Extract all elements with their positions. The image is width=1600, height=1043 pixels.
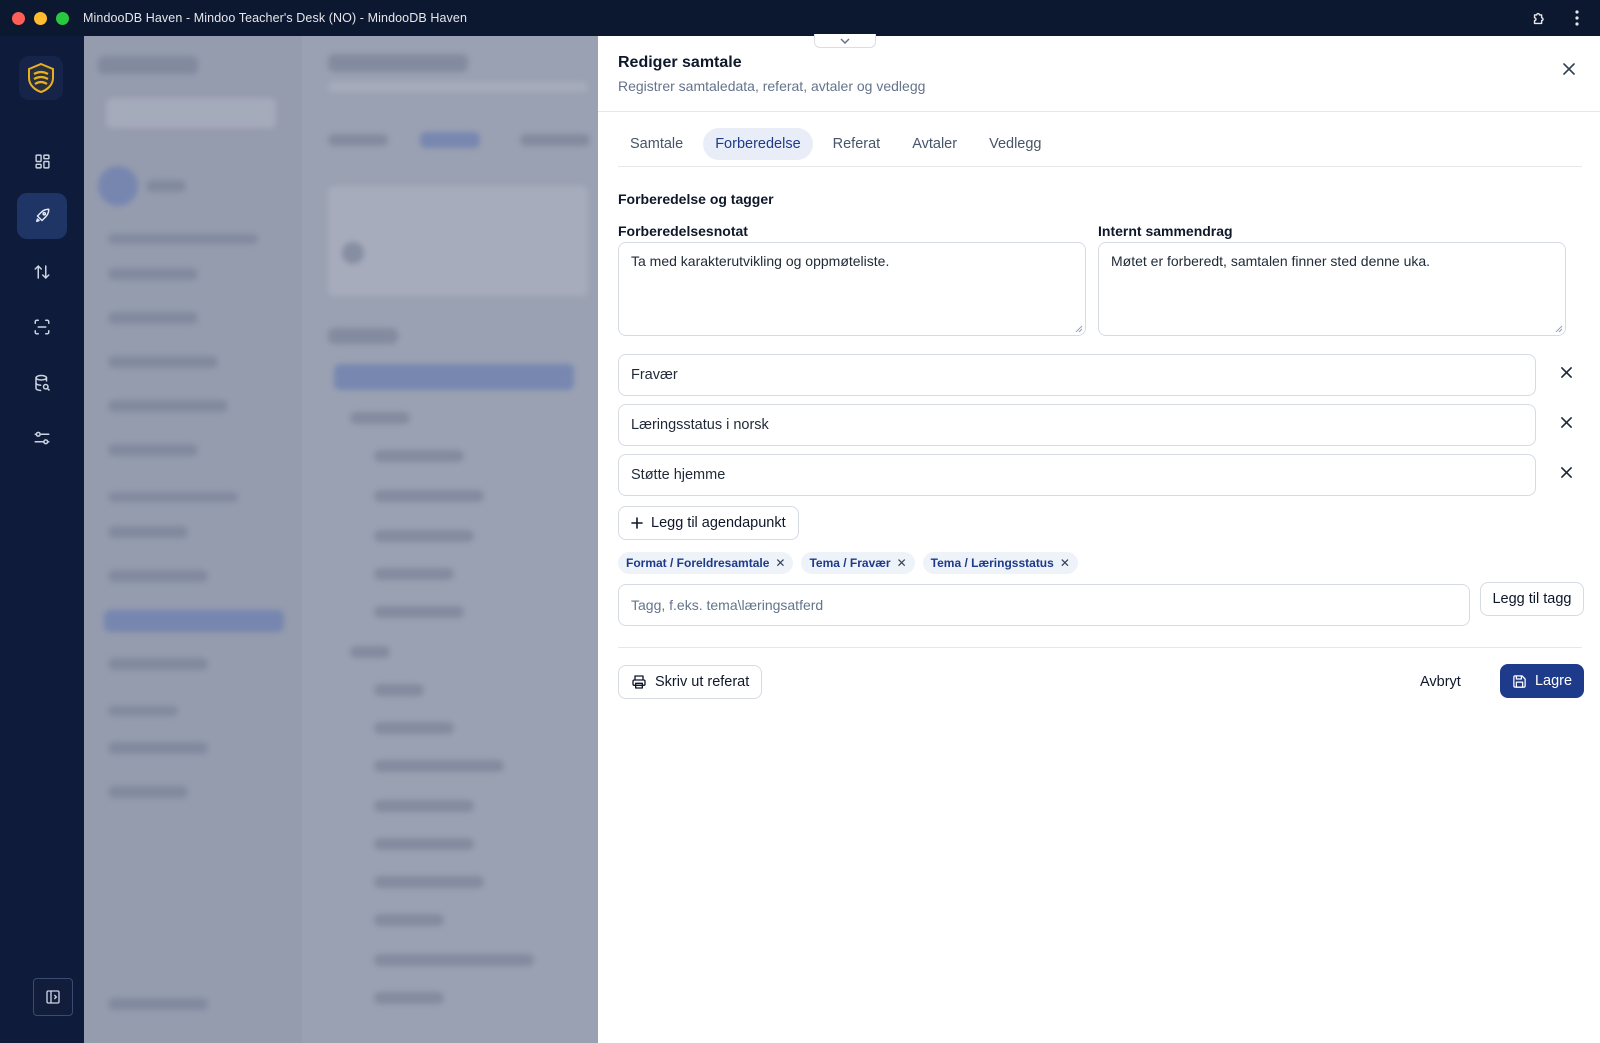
background-app-blurred xyxy=(84,36,598,1043)
database-search-icon xyxy=(35,374,51,392)
agenda-item-input[interactable]: Fravær xyxy=(618,354,1536,396)
footer-divider xyxy=(618,647,1582,648)
more-vertical-icon[interactable] xyxy=(1568,9,1586,27)
tab-samtale[interactable]: Samtale xyxy=(618,128,695,160)
maximize-window-button[interactable] xyxy=(56,11,69,25)
sliders-icon xyxy=(34,431,50,445)
tag-input[interactable]: Tagg, f.eks. tema\læringsatferd xyxy=(618,584,1470,626)
close-icon xyxy=(1560,366,1572,378)
sort-arrows-icon xyxy=(34,264,50,280)
rocket-icon xyxy=(36,208,50,222)
remove-tag-icon[interactable]: ✕ xyxy=(775,556,785,570)
drawer-subtitle: Registrer samtaledata, referat, avtaler … xyxy=(618,78,926,94)
sidebar-toggle-icon xyxy=(46,990,60,1004)
rail-sync[interactable] xyxy=(17,249,67,295)
save-button[interactable]: Lagre xyxy=(1500,664,1584,698)
drawer-collapse-handle[interactable] xyxy=(814,34,876,48)
close-icon xyxy=(1563,63,1575,75)
agenda-item-input[interactable]: Støtte hjemme xyxy=(618,454,1536,496)
window-controls xyxy=(12,11,69,25)
save-label: Lagre xyxy=(1534,673,1573,689)
header-divider xyxy=(598,111,1600,112)
close-window-button[interactable] xyxy=(12,11,25,25)
shield-logo-icon xyxy=(28,62,54,94)
tag-chip: Format / Foreldresamtale ✕ xyxy=(618,552,794,574)
print-minutes-button[interactable]: Skriv ut referat xyxy=(618,665,763,699)
tag-chip: Tema / Læringsstatus ✕ xyxy=(922,552,1078,574)
window-titlebar: MindooDB Haven - Mindoo Teacher's Desk (… xyxy=(0,0,1600,36)
minimize-window-button[interactable] xyxy=(34,11,47,25)
prep-note-textarea[interactable]: Ta med karakterutvikling og oppmøteliste… xyxy=(618,242,1086,336)
add-agenda-button[interactable]: Legg til agendapunkt xyxy=(618,506,799,540)
drawer-title: Rediger samtale xyxy=(618,54,742,71)
agenda-item-input[interactable]: Læringsstatus i norsk xyxy=(618,404,1536,446)
resize-handle-icon[interactable] xyxy=(1554,324,1563,333)
section-title: Forberedelse og tagger xyxy=(618,191,774,207)
internal-summary-textarea[interactable]: Møtet er forberedt, samtalen finner sted… xyxy=(1098,242,1566,336)
tag-chips: Format / Foreldresamtale ✕ Tema / Fravær… xyxy=(618,552,1078,574)
nav-rail xyxy=(0,36,84,1043)
agenda-item-value: Fravær xyxy=(631,367,678,383)
extension-puzzle-icon[interactable] xyxy=(1530,9,1548,27)
chevron-down-icon xyxy=(840,37,850,44)
remove-agenda-button[interactable] xyxy=(1558,364,1574,380)
remove-tag-icon[interactable]: ✕ xyxy=(897,556,907,570)
close-drawer-button[interactable] xyxy=(1560,60,1578,78)
app-logo[interactable] xyxy=(19,56,63,100)
agenda-item-value: Støtte hjemme xyxy=(631,467,726,483)
tabs-divider xyxy=(618,166,1582,167)
rail-settings[interactable] xyxy=(17,415,67,461)
drawer-tabs: Samtale Forberedelse Referat Avtaler Ved… xyxy=(618,128,1062,160)
edit-conversation-drawer: Rediger samtale Registrer samtaledata, r… xyxy=(598,34,1600,1043)
close-icon xyxy=(1560,416,1572,428)
prep-note-label: Forberedelsesnotat xyxy=(618,223,748,239)
resize-handle-icon[interactable] xyxy=(1074,324,1083,333)
tag-chip-label: Format / Foreldresamtale xyxy=(626,556,770,570)
rail-dashboard[interactable] xyxy=(17,138,67,184)
tag-chip: Tema / Fravær ✕ xyxy=(801,552,915,574)
cancel-button[interactable]: Avbryt xyxy=(1410,665,1471,699)
internal-summary-value: Møtet er forberedt, samtalen finner sted… xyxy=(1111,253,1431,269)
window-title: MindooDB Haven - Mindoo Teacher's Desk (… xyxy=(83,11,468,25)
dashboard-grid-icon xyxy=(34,153,50,169)
print-minutes-label: Skriv ut referat xyxy=(655,674,750,690)
tab-forberedelse[interactable]: Forberedelse xyxy=(703,128,813,160)
save-icon xyxy=(1513,674,1526,688)
rail-database[interactable] xyxy=(17,360,67,406)
tag-chip-label: Tema / Læringsstatus xyxy=(930,556,1054,570)
tag-chip-label: Tema / Fravær xyxy=(809,556,891,570)
plus-icon xyxy=(631,517,643,529)
remove-agenda-button[interactable] xyxy=(1558,414,1574,430)
close-icon xyxy=(1560,466,1572,478)
tab-avtaler[interactable]: Avtaler xyxy=(900,128,969,160)
rail-scan[interactable] xyxy=(17,304,67,350)
internal-summary-label: Internt sammendrag xyxy=(1098,223,1233,239)
tab-referat[interactable]: Referat xyxy=(821,128,893,160)
remove-tag-icon[interactable]: ✕ xyxy=(1060,556,1070,570)
printer-icon xyxy=(632,675,646,689)
remove-agenda-button[interactable] xyxy=(1558,464,1574,480)
sidebar-toggle-button[interactable] xyxy=(33,978,73,1016)
prep-note-value: Ta med karakterutvikling og oppmøteliste… xyxy=(631,253,890,269)
add-agenda-label: Legg til agendapunkt xyxy=(651,515,786,531)
agenda-item-value: Læringsstatus i norsk xyxy=(631,417,769,433)
scan-icon xyxy=(34,319,50,335)
tag-input-placeholder: Tagg, f.eks. tema\læringsatferd xyxy=(631,597,824,613)
rail-rocket[interactable] xyxy=(17,193,67,239)
add-tag-button[interactable]: Legg til tagg xyxy=(1480,582,1584,616)
tab-vedlegg[interactable]: Vedlegg xyxy=(977,128,1053,160)
